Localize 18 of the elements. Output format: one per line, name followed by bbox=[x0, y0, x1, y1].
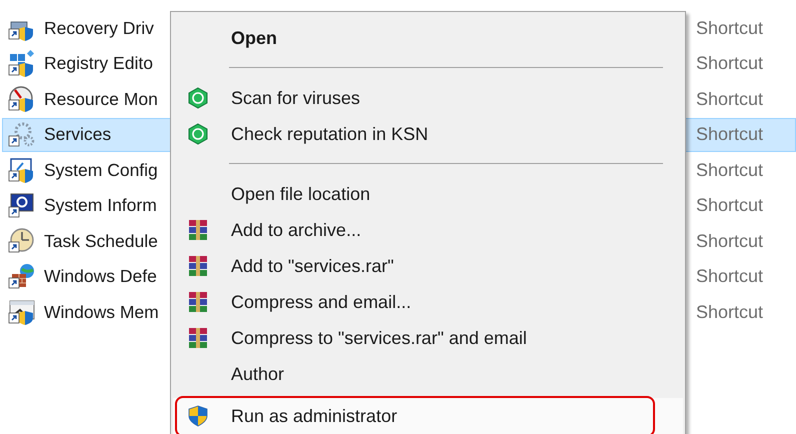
file-type: Shortcut bbox=[696, 302, 764, 322]
file-type: Shortcut bbox=[696, 88, 764, 110]
file-name: Windows Defe bbox=[44, 266, 157, 287]
file-name: Recovery Driv bbox=[44, 18, 154, 38]
file-type: Shortcut bbox=[696, 53, 764, 74]
file-type: Shortcut bbox=[696, 266, 764, 287]
file-name: Resource Mon bbox=[44, 88, 158, 110]
file-name: Windows Mem bbox=[44, 302, 159, 322]
file-type: Shortcut bbox=[696, 195, 764, 216]
file-type: Shortcut bbox=[696, 230, 764, 252]
file-name: Registry Edito bbox=[44, 53, 153, 74]
file-type: Shortcut bbox=[696, 124, 764, 145]
file-name: Task Schedule bbox=[44, 230, 158, 252]
file-name: System Config bbox=[44, 160, 158, 180]
file-type: Shortcut bbox=[696, 18, 764, 38]
file-type: Shortcut bbox=[696, 160, 764, 180]
file-name: Services bbox=[44, 124, 112, 145]
file-name: System Inform bbox=[44, 195, 157, 216]
